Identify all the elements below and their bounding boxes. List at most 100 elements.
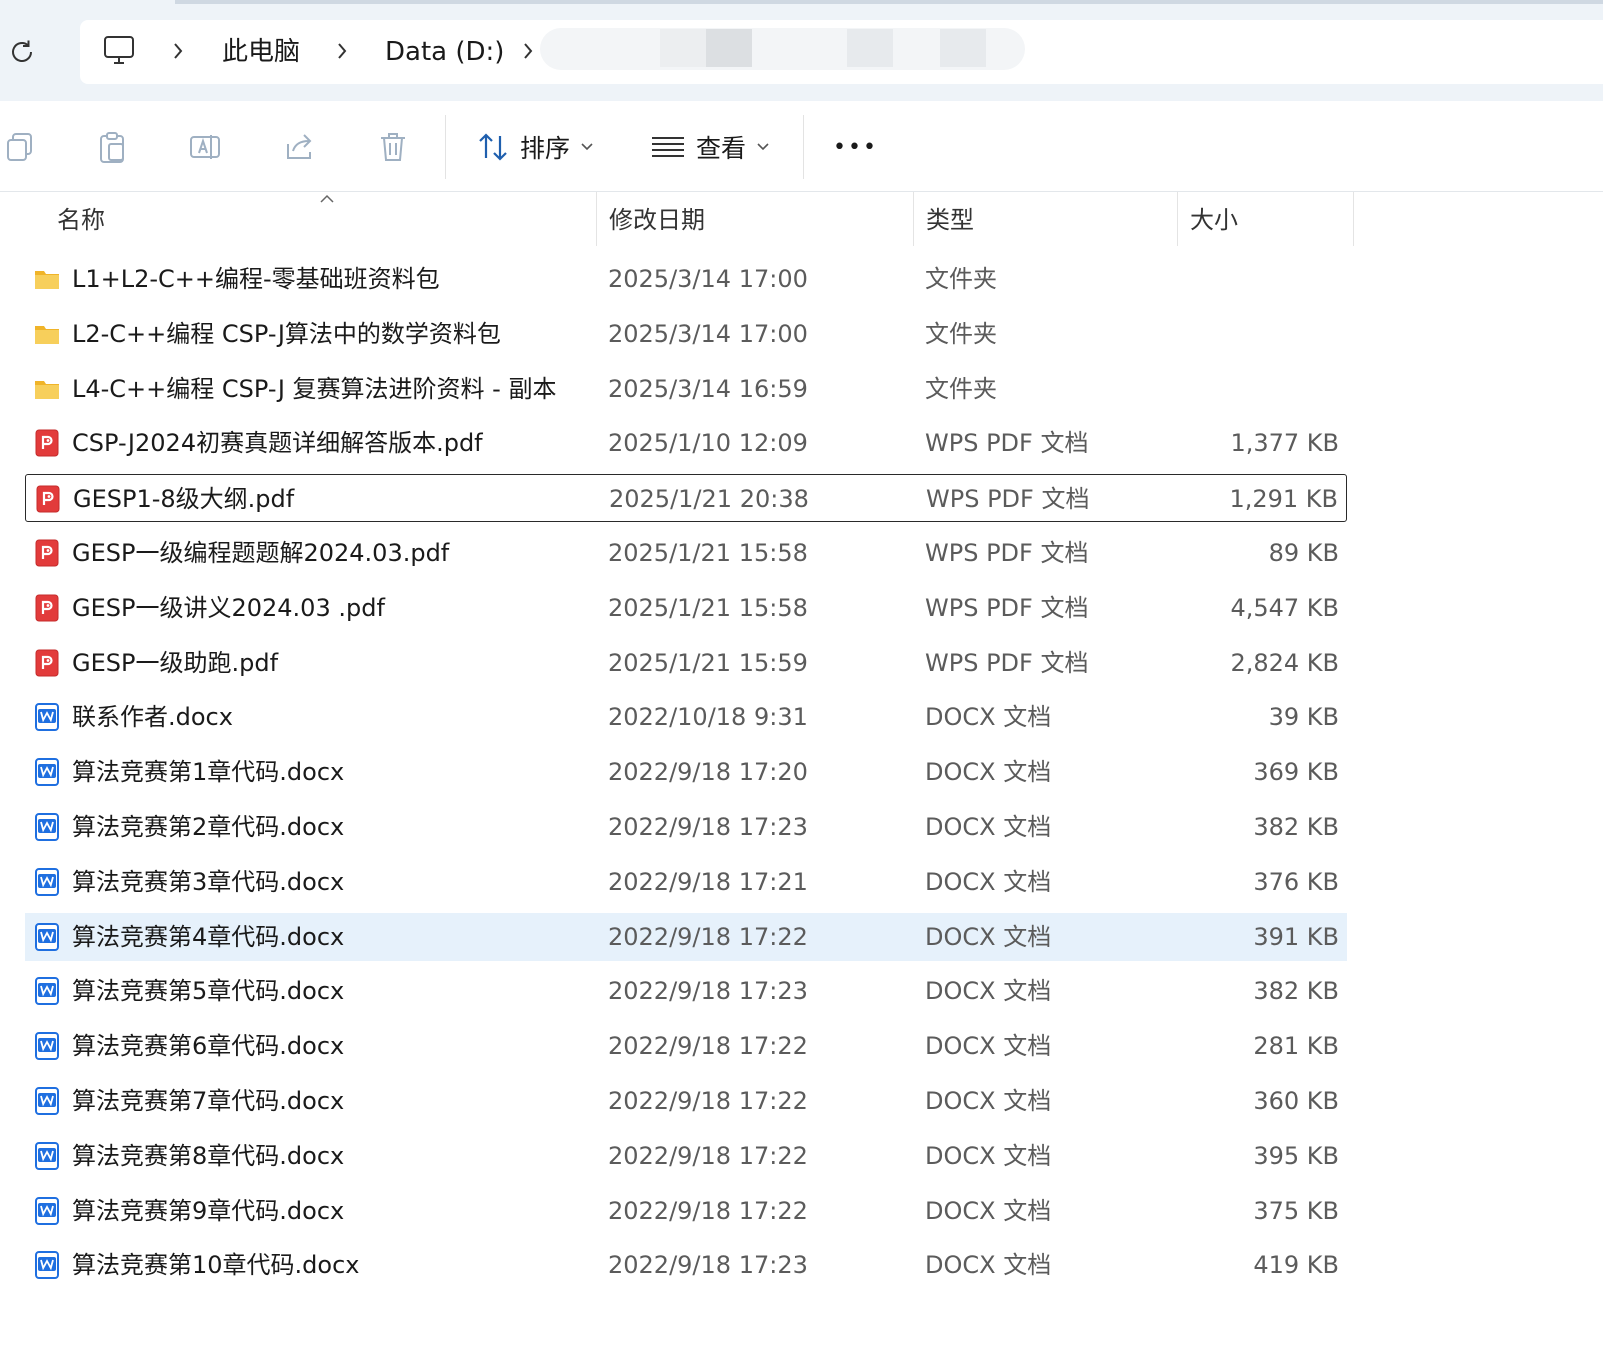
file-type: 文件夹 (925, 319, 997, 348)
file-row[interactable]: GESP一级讲义2024.03 .pdf 2025/1/21 15:58 WPS P… (25, 584, 1347, 632)
file-name: 算法竞赛第2章代码.docx (72, 813, 345, 841)
file-row[interactable]: GESP1-8级大纲.pdf 2025/1/21 20:38 WPS PDF 文档 1… (25, 474, 1347, 523)
file-modified-date: 2022/9/18 17:23 (608, 1251, 808, 1280)
file-row[interactable]: 算法竞赛第8章代码.docx 2022/9/18 17:22 DOCX 文档 395 … (25, 1132, 1347, 1180)
column-divider[interactable] (1353, 192, 1354, 246)
copy-button[interactable] (0, 127, 40, 167)
file-type: DOCX 文档 (925, 1251, 1052, 1280)
file-row[interactable]: L1+L2-C++编程-零基础班资料包 2025/3/14 17:00 文件夹 (25, 255, 1347, 303)
file-name: L1+L2-C++编程-零基础班资料包 (72, 265, 440, 293)
file-modified-date: 2022/9/18 17:23 (608, 977, 808, 1006)
file-row[interactable]: 算法竞赛第7章代码.docx 2022/9/18 17:22 DOCX 文档 360 … (25, 1077, 1347, 1125)
file-row[interactable]: 算法竞赛第2章代码.docx 2022/9/18 17:23 DOCX 文档 382 … (25, 803, 1347, 851)
file-name: GESP一级编程题题解2024.03.pdf (72, 539, 450, 567)
delete-button[interactable] (373, 127, 413, 167)
file-size: 376 KB (1253, 867, 1339, 896)
word-icon (33, 1032, 61, 1061)
view-label: 查看 (696, 134, 747, 163)
file-modified-date: 2022/9/18 17:22 (608, 1087, 808, 1115)
file-name: 算法竞赛第8章代码.docx (72, 1141, 345, 1170)
file-row[interactable]: 联系作者.docx 2022/10/18 9:31 DOCX 文档 39 KB (25, 693, 1347, 741)
file-row[interactable]: GESP一级助跑.pdf 2025/1/21 15:59 WPS PDF 文档 2,8… (25, 639, 1347, 687)
word-icon (33, 977, 61, 1006)
file-row[interactable]: 算法竞赛第4章代码.docx 2022/9/18 17:22 DOCX 文档 391 … (25, 912, 1347, 961)
pdf-icon (33, 594, 61, 622)
column-date-header[interactable]: 修改日期 (609, 200, 705, 240)
word-icon (33, 813, 61, 841)
word-icon (33, 922, 61, 951)
file-modified-date: 2025/1/21 15:59 (608, 648, 808, 677)
command-bar: 排序 查看 ••• (0, 101, 1603, 192)
file-modified-date: 2022/9/18 17:22 (608, 1196, 808, 1225)
view-button[interactable]: 查看 (650, 121, 770, 173)
file-type: DOCX 文档 (925, 1196, 1052, 1225)
file-row[interactable]: 算法竞赛第5章代码.docx 2022/9/18 17:23 DOCX 文档 382 … (25, 967, 1347, 1015)
word-icon (33, 703, 61, 732)
file-size: 369 KB (1253, 758, 1339, 787)
file-type: WPS PDF 文档 (926, 485, 1090, 514)
file-modified-date: 2022/9/18 17:22 (608, 1032, 808, 1061)
file-modified-date: 2025/1/21 15:58 (608, 539, 808, 567)
folder-icon (33, 320, 61, 348)
file-size: 395 KB (1253, 1141, 1339, 1170)
trash-icon (381, 133, 405, 161)
file-name: GESP一级助跑.pdf (72, 648, 279, 677)
this-pc-icon[interactable] (100, 32, 138, 70)
breadcrumb-this-pc[interactable]: 此电脑 (222, 34, 300, 70)
file-name: 算法竞赛第9章代码.docx (72, 1196, 345, 1225)
breadcrumb-data-drive[interactable]: Data (D:) (385, 34, 504, 70)
file-modified-date: 2025/3/14 17:00 (608, 319, 808, 348)
file-name: 算法竞赛第10章代码.docx (72, 1251, 360, 1280)
chevron-right-icon[interactable] (332, 36, 352, 66)
column-header-row: 名称 修改日期 类型 大小 (0, 192, 1603, 246)
file-type: DOCX 文档 (925, 1087, 1052, 1115)
file-row[interactable]: L2-C++编程 CSP-J算法中的数学资料包 2025/3/14 17:00 文件… (25, 310, 1347, 358)
file-row[interactable]: 算法竞赛第6章代码.docx 2022/9/18 17:22 DOCX 文档 281 … (25, 1022, 1347, 1070)
word-icon (33, 1196, 61, 1225)
share-button[interactable] (280, 127, 320, 167)
chevron-right-icon[interactable] (518, 36, 538, 66)
address-bar-area: 此电脑 Data (D:) (0, 0, 1603, 102)
file-size: 281 KB (1253, 1032, 1339, 1061)
column-name-header[interactable]: 名称 (57, 200, 105, 240)
refresh-button[interactable] (4, 34, 40, 70)
rename-button[interactable] (185, 127, 225, 167)
file-row[interactable]: CSP-J2024初赛真题详细解答版本.pdf 2025/1/10 12:09 WP… (25, 419, 1347, 467)
toolbar-divider (803, 115, 804, 179)
file-type: WPS PDF 文档 (925, 429, 1089, 458)
paste-button[interactable] (92, 127, 132, 167)
more-options-button[interactable]: ••• (833, 121, 878, 173)
column-type-header[interactable]: 类型 (926, 200, 974, 240)
file-size: 89 KB (1268, 539, 1339, 567)
folder-icon (33, 265, 61, 293)
file-row[interactable]: 算法竞赛第1章代码.docx 2022/9/18 17:20 DOCX 文档 369 … (25, 748, 1347, 796)
file-name: CSP-J2024初赛真题详细解答版本.pdf (72, 429, 483, 458)
pdf-icon (33, 649, 61, 677)
sort-icon (479, 133, 507, 161)
chevron-right-icon[interactable] (168, 36, 188, 66)
column-divider[interactable] (913, 192, 914, 246)
sort-button[interactable]: 排序 (476, 121, 594, 173)
file-type: DOCX 文档 (925, 922, 1052, 951)
file-type: DOCX 文档 (925, 1141, 1052, 1170)
file-row[interactable]: 算法竞赛第9章代码.docx 2022/9/18 17:22 DOCX 文档 375 … (25, 1187, 1347, 1235)
pdf-icon (33, 539, 61, 567)
file-size: 1,291 KB (1229, 485, 1338, 514)
file-modified-date: 2022/9/18 17:22 (608, 1141, 808, 1170)
file-type: DOCX 文档 (925, 977, 1052, 1006)
file-type: DOCX 文档 (925, 867, 1052, 896)
pdf-icon (34, 485, 62, 513)
file-modified-date: 2022/10/18 9:31 (608, 703, 808, 732)
file-size: 382 KB (1253, 977, 1339, 1006)
file-size: 1,377 KB (1230, 429, 1339, 458)
column-divider[interactable] (596, 192, 597, 246)
file-row[interactable]: 算法竞赛第3章代码.docx 2022/9/18 17:21 DOCX 文档 376 … (25, 858, 1347, 906)
file-name: GESP1-8级大纲.pdf (73, 485, 295, 514)
file-row[interactable]: 算法竞赛第10章代码.docx 2022/9/18 17:23 DOCX 文档 419… (25, 1241, 1347, 1289)
column-divider[interactable] (1177, 192, 1178, 246)
file-row[interactable]: L4-C++编程 CSP-J 复赛算法进阶资料 - 副本 2025/3/14 16… (25, 365, 1347, 413)
file-size: 2,824 KB (1230, 648, 1339, 677)
file-row[interactable]: GESP一级编程题题解2024.03.pdf 2025/1/21 15:58 WPS… (25, 529, 1347, 577)
sort-label: 排序 (520, 134, 571, 163)
column-size-header[interactable]: 大小 (1190, 200, 1238, 240)
